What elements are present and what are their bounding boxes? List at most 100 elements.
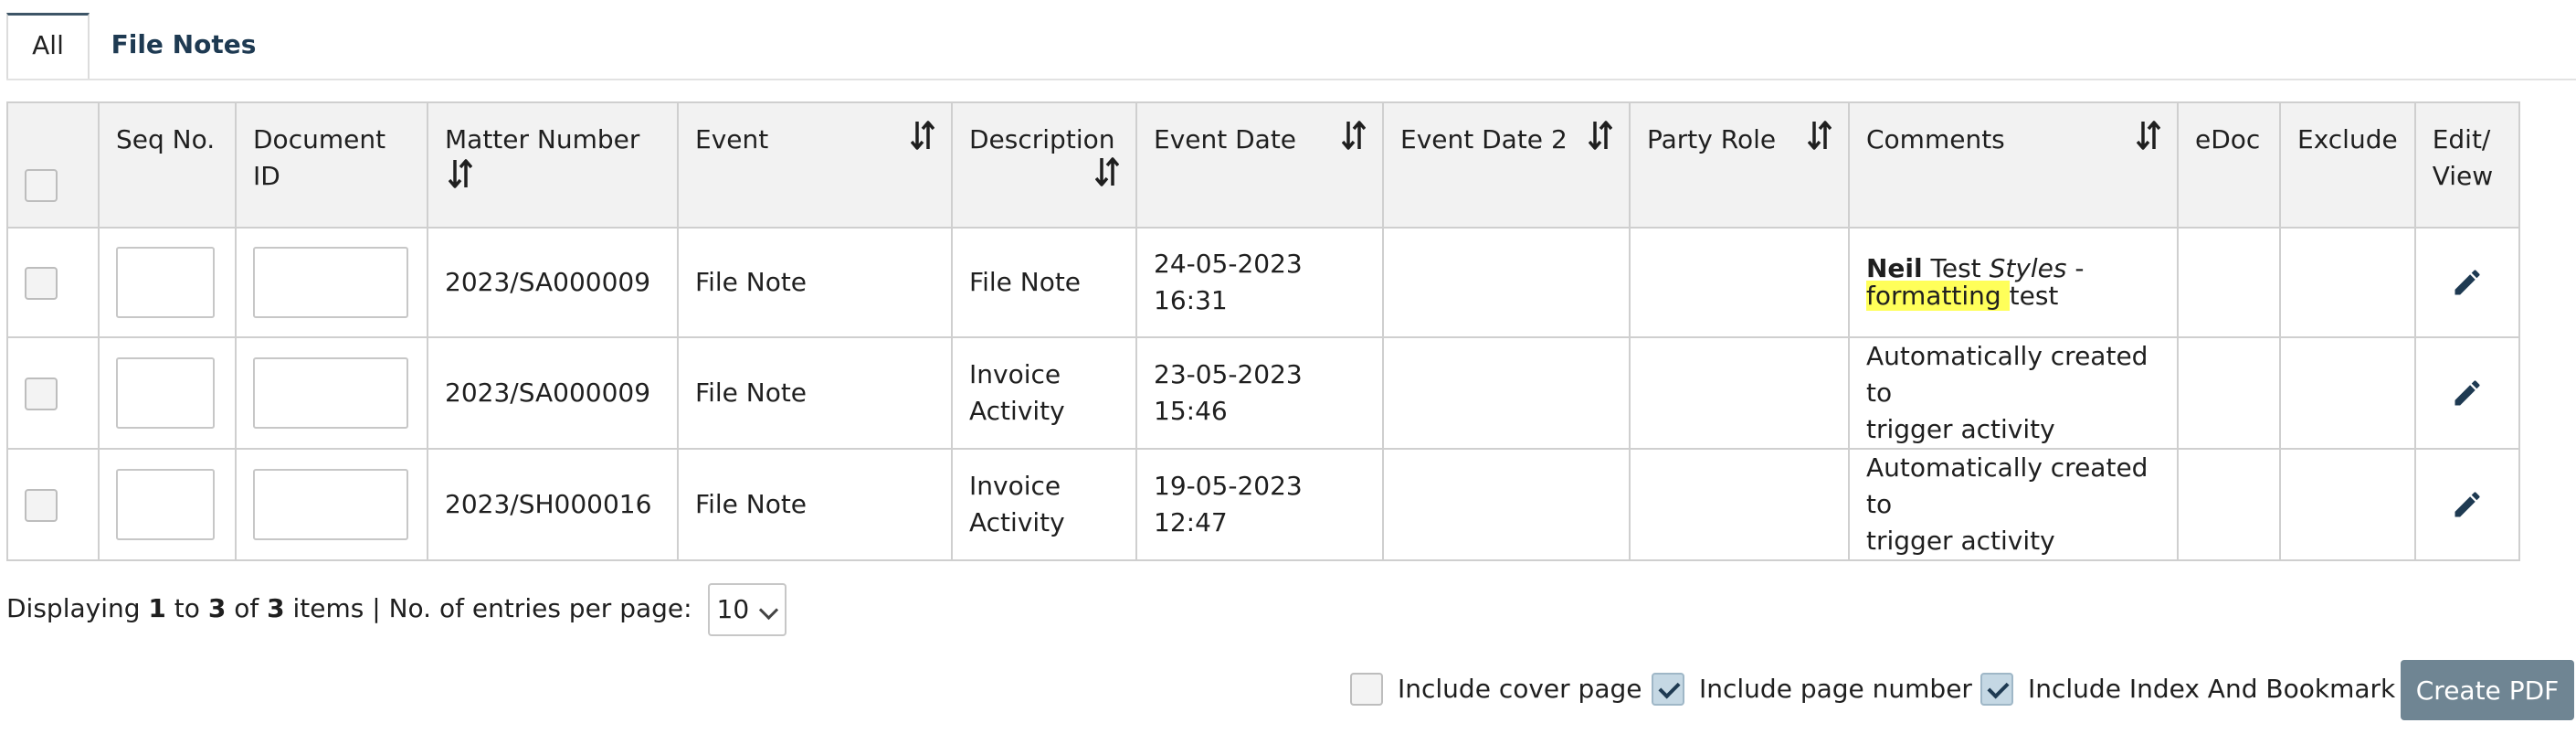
- description-cell: File Note: [951, 227, 1137, 338]
- pencil-icon[interactable]: [2451, 377, 2484, 409]
- comments-cell: Automatically created to trigger activit…: [1848, 336, 2179, 450]
- col-party-role[interactable]: Party Role: [1629, 101, 1850, 229]
- row-checkbox[interactable]: [25, 267, 58, 300]
- row-select-cell: [6, 336, 100, 450]
- include-cover-page-option[interactable]: Include cover page: [1350, 671, 1642, 707]
- entries-per-page-select[interactable]: 10: [707, 583, 787, 636]
- document-id-input[interactable]: [253, 469, 408, 540]
- exclude-cell: [2279, 336, 2416, 450]
- table-header-row: Seq No. Document ID Matter Number Event …: [6, 101, 2520, 229]
- event-date-2-cell: [1382, 336, 1631, 450]
- row-checkbox[interactable]: [25, 489, 58, 522]
- include-page-number-option[interactable]: Include page number: [1652, 671, 1972, 707]
- pagination-text: of: [226, 593, 268, 623]
- document-id-input[interactable]: [253, 247, 408, 318]
- sort-icon[interactable]: [449, 158, 472, 189]
- seq-no-input[interactable]: [116, 469, 215, 540]
- col-seq-no: Seq No.: [98, 101, 237, 229]
- create-pdf-button[interactable]: Create PDF: [2401, 660, 2574, 720]
- sort-icon[interactable]: [1589, 120, 1612, 151]
- comment-bold-text: Neil: [1866, 253, 1923, 283]
- edoc-cell: [2177, 448, 2281, 561]
- row-checkbox[interactable]: [25, 378, 58, 410]
- col-description[interactable]: Description: [951, 101, 1137, 229]
- include-index-bookmark-option[interactable]: Include Index And Bookmark: [1980, 671, 2395, 707]
- comment-text: Test: [1922, 253, 1990, 283]
- event-date-2-cell: [1382, 227, 1631, 338]
- col-event-date-2[interactable]: Event Date 2: [1382, 101, 1631, 229]
- col-label: eDoc: [2195, 124, 2261, 154]
- edit-view-cell: [2413, 227, 2520, 338]
- col-label: Event Date 2: [1400, 124, 1568, 154]
- description-cell: Invoice Activity: [951, 448, 1137, 561]
- include-cover-page-checkbox[interactable]: [1350, 673, 1383, 706]
- event-date-cell: 24-05-2023 16:31: [1135, 227, 1384, 338]
- sort-icon[interactable]: [1095, 156, 1119, 187]
- pencil-icon[interactable]: [2451, 488, 2484, 521]
- col-edoc: eDoc: [2177, 101, 2281, 229]
- event-cell: File Note: [677, 336, 953, 450]
- edit-view-cell: [2413, 336, 2520, 450]
- matter-number-cell: 2023/SA000009: [427, 336, 679, 450]
- event-date-cell: 23-05-2023 15:46: [1135, 336, 1384, 450]
- pagination-text: to: [165, 593, 208, 623]
- document-id-cell: [235, 448, 428, 561]
- col-event-date[interactable]: Event Date: [1135, 101, 1384, 229]
- seq-no-cell: [98, 227, 237, 338]
- col-label: Event Date: [1154, 124, 1297, 154]
- col-label: Matter Number: [445, 124, 640, 154]
- include-index-bookmark-checkbox[interactable]: [1980, 673, 2013, 706]
- col-label: Comments: [1866, 124, 2005, 154]
- seq-no-input[interactable]: [116, 357, 215, 429]
- event-date-cell: 19-05-2023 12:47: [1135, 448, 1384, 561]
- table-row: 2023/SH000016 File Note Invoice Activity…: [6, 448, 2520, 561]
- seq-no-input[interactable]: [116, 247, 215, 318]
- edit-view-cell: [2413, 448, 2520, 561]
- col-label: Seq No.: [116, 124, 216, 154]
- sort-icon[interactable]: [911, 120, 934, 151]
- include-cover-page-label: Include cover page: [1398, 674, 1642, 704]
- col-label: Document ID: [253, 124, 386, 191]
- seq-no-cell: [98, 448, 237, 561]
- sort-icon[interactable]: [1808, 120, 1832, 151]
- pagination-info: Displaying 1 to 3 of 3 items | No. of en…: [6, 581, 787, 636]
- comment-text: test: [2009, 281, 2059, 311]
- pagination-to: 3: [207, 593, 227, 623]
- document-id-cell: [235, 336, 428, 450]
- col-label: View: [2432, 161, 2494, 191]
- col-label: Edit/: [2432, 124, 2491, 154]
- event-cell: File Note: [677, 448, 953, 561]
- event-cell: File Note: [677, 227, 953, 338]
- row-select-cell: [6, 227, 100, 338]
- pagination-text: Displaying: [6, 593, 149, 623]
- comment-highlight-text: formatting: [1866, 281, 2010, 311]
- matter-number-cell: 2023/SH000016: [427, 448, 679, 561]
- exclude-cell: [2279, 448, 2416, 561]
- select-all-checkbox[interactable]: [25, 169, 58, 202]
- pagination-text: items | No. of entries per page:: [284, 593, 692, 623]
- col-label: Exclude: [2297, 124, 2398, 154]
- col-event[interactable]: Event: [677, 101, 953, 229]
- comment-italic-text: Styles: [1989, 253, 2067, 283]
- edoc-cell: [2177, 336, 2281, 450]
- sort-icon[interactable]: [1342, 120, 1366, 151]
- seq-no-cell: [98, 336, 237, 450]
- tab-all[interactable]: All: [6, 13, 90, 79]
- col-matter-number[interactable]: Matter Number: [427, 101, 679, 229]
- exclude-cell: [2279, 227, 2416, 338]
- tab-file-notes[interactable]: File Notes: [97, 13, 270, 77]
- col-document-id: Document ID: [235, 101, 428, 229]
- col-label: Event: [695, 124, 769, 154]
- pencil-icon[interactable]: [2451, 266, 2484, 299]
- sort-icon[interactable]: [2137, 120, 2160, 151]
- party-role-cell: [1629, 336, 1850, 450]
- document-id-input[interactable]: [253, 357, 408, 429]
- select-all-header: [6, 101, 100, 229]
- pagination-total: 3: [267, 593, 285, 623]
- events-table: Seq No. Document ID Matter Number Event …: [6, 101, 2520, 561]
- comments-cell: Automatically created to trigger activit…: [1848, 448, 2179, 561]
- table-row: 2023/SA000009 File Note File Note 24-05-…: [6, 227, 2520, 338]
- col-comments[interactable]: Comments: [1848, 101, 2179, 229]
- event-date-2-cell: [1382, 448, 1631, 561]
- include-page-number-checkbox[interactable]: [1652, 673, 1684, 706]
